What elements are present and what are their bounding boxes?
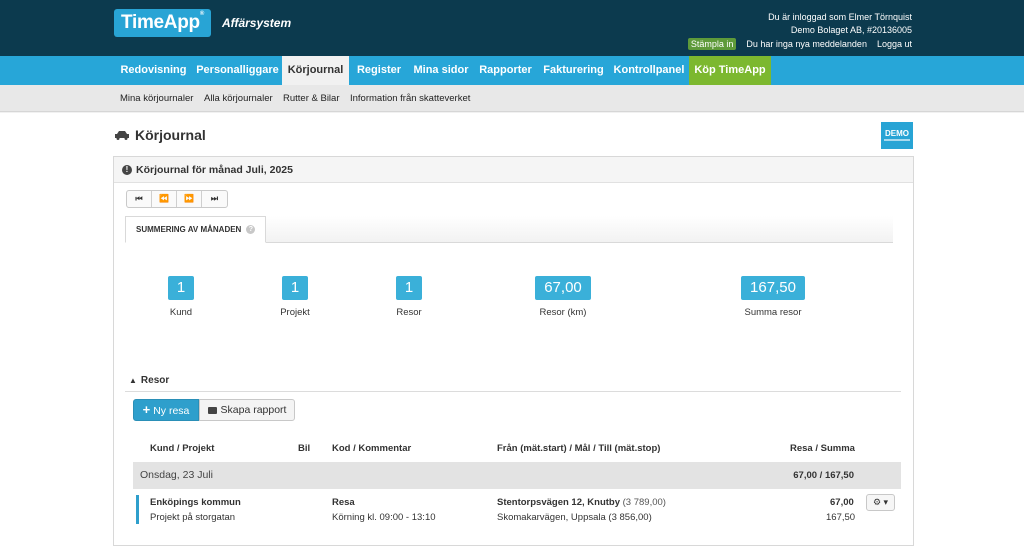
nav-register[interactable]: Register	[349, 56, 409, 85]
stat-summa-resor-value: 167,50	[741, 276, 805, 300]
demo-badge-text: DEMO	[885, 129, 909, 138]
row-kund[interactable]: Enköpings kommun	[150, 497, 241, 508]
row-resa: 67,00	[830, 497, 854, 508]
printer-icon	[207, 407, 217, 414]
col-fran-mal-till: Från (mät.start) / Mål / Till (mät.stop)	[497, 443, 661, 454]
subnav-mina-korjournaler[interactable]: Mina körjournaler	[120, 85, 193, 112]
stat-resor-label: Resor	[396, 307, 422, 318]
subnav-rutter-bilar[interactable]: Rutter & Bilar	[283, 85, 340, 112]
row-kod: Resa	[332, 497, 355, 508]
app-subtitle: Affärsystem	[222, 16, 292, 30]
caret-down-icon: ▾	[883, 497, 889, 507]
resor-section-label: Resor	[140, 375, 170, 386]
last-month-icon[interactable]: ⏭	[202, 191, 227, 207]
stampla-in-button[interactable]: Stämpla in	[687, 38, 737, 50]
subnav-information-skatteverket[interactable]: Information från skatteverket	[350, 85, 470, 112]
help-icon[interactable]: ?	[246, 225, 256, 235]
col-kod-kommentar: Kod / Kommentar	[332, 443, 412, 454]
row-projekt: Projekt på storgatan	[150, 512, 236, 523]
nav-mina-sidor[interactable]: Mina sidor	[409, 56, 473, 85]
col-resa-summa: Resa / Summa	[790, 443, 855, 454]
stat-kund: 1 Kund	[141, 276, 221, 318]
summary-tabbar: SUMMERING AV MÅNADEN?	[125, 216, 893, 243]
day-sum: 67,00 / 167,50	[793, 470, 854, 481]
sub-nav: Mina körjournaler Alla körjournaler Rutt…	[0, 85, 1024, 112]
stat-summa-resor: 167,50 Summa resor	[718, 276, 828, 318]
nav-rapporter[interactable]: Rapporter	[473, 56, 538, 85]
timeapp-logo[interactable]: TimeApp®	[114, 9, 211, 37]
day-date: Onsdag, 23 Juli	[140, 469, 213, 481]
page-title: Körjournal	[114, 127, 206, 143]
row-kommentar: Körning kl. 09:00 - 13:10	[332, 512, 436, 523]
panel-title: Körjournal för månad Juli, 2025	[136, 164, 293, 176]
tab-summering[interactable]: SUMMERING AV MÅNADEN?	[125, 216, 267, 243]
logged-in-as: Du är inloggad som Elmer Törnquist	[768, 12, 912, 22]
logout-link[interactable]: Logga ut	[877, 39, 912, 49]
stat-resor-value: 1	[395, 276, 423, 300]
nav-kontrollpanel[interactable]: Kontrollpanel	[609, 56, 689, 85]
row-fran-address: Stentorpsvägen 12, Knutby	[497, 497, 620, 508]
stat-resor-km-value: 67,00	[535, 276, 591, 300]
stat-projekt-label: Projekt	[280, 307, 310, 318]
col-bil: Bil	[298, 443, 311, 454]
nav-fakturering[interactable]: Fakturering	[538, 56, 609, 85]
user-info: Du är inloggad som Elmer Törnquist Demo …	[687, 11, 912, 51]
next-month-icon[interactable]: ⏩	[177, 191, 202, 207]
stat-resor-km: 67,00 Resor (km)	[513, 276, 613, 318]
col-kund-projekt: Kund / Projekt	[150, 443, 215, 454]
row-till: Skomakarvägen, Uppsala (3 856,00)	[497, 512, 652, 523]
info-icon: !	[122, 165, 132, 175]
plus-icon: +	[142, 402, 151, 417]
stat-kund-value: 1	[167, 276, 195, 300]
demo-badge: DEMO	[881, 122, 913, 149]
app-header: TimeApp® Affärsystem Du är inloggad som …	[0, 0, 1024, 56]
row-accent-bar	[136, 495, 139, 524]
ny-resa-button[interactable]: + Ny resa	[133, 399, 199, 421]
stat-kund-label: Kund	[169, 307, 193, 318]
subnav-alla-korjournaler[interactable]: Alla körjournaler	[204, 85, 273, 112]
nav-korjournal[interactable]: Körjournal	[282, 56, 349, 85]
logo-registered-mark: ®	[199, 11, 204, 17]
row-summa: 167,50	[826, 512, 856, 523]
previous-month-icon[interactable]: ⏪	[152, 191, 177, 207]
logo-text: TimeApp	[121, 12, 200, 33]
row-fran-matare: (3 789,00)	[622, 497, 666, 508]
tab-summering-label: SUMMERING AV MÅNADEN	[136, 225, 242, 234]
stat-summa-resor-label: Summa resor	[744, 307, 802, 318]
messages-link[interactable]: Du har inga nya meddelanden	[746, 39, 867, 49]
nav-kop-timeapp[interactable]: Köp TimeApp	[689, 56, 771, 85]
nav-redovisning[interactable]: Redovisning	[114, 56, 193, 85]
main-nav: Redovisning Personalliggare Körjournal R…	[0, 56, 1024, 85]
stat-resor-km-label: Resor (km)	[539, 307, 587, 318]
ny-resa-label: Ny resa	[153, 405, 190, 417]
stat-resor: 1 Resor	[369, 276, 449, 318]
section-divider	[125, 391, 901, 392]
day-group-row: Onsdag, 23 Juli 67,00 / 167,50	[133, 462, 901, 489]
panel-header: ! Körjournal för månad Juli, 2025	[114, 157, 913, 183]
skapa-rapport-button[interactable]: Skapa rapport	[199, 399, 295, 421]
stat-projekt-value: 1	[281, 276, 309, 300]
nav-personalliggare[interactable]: Personalliggare	[193, 56, 282, 85]
row-fran: Stentorpsvägen 12, Knutby (3 789,00)	[497, 497, 666, 508]
first-month-icon[interactable]: ⏮	[127, 191, 152, 207]
resor-section-toggle[interactable]: ▲ Resor	[129, 375, 169, 386]
demo-badge-stripe	[884, 139, 910, 141]
chevron-up-icon: ▲	[129, 376, 137, 385]
gear-icon: ⚙	[872, 497, 882, 507]
row-actions-button[interactable]: ⚙ ▾	[866, 494, 895, 511]
page-title-text: Körjournal	[135, 127, 206, 143]
skapa-rapport-label: Skapa rapport	[220, 404, 287, 416]
company-name: Demo Bolaget AB, #20136005	[790, 25, 912, 35]
month-pager: ⏮ ⏪ ⏩ ⏭	[126, 190, 228, 208]
stat-projekt: 1 Projekt	[255, 276, 335, 318]
